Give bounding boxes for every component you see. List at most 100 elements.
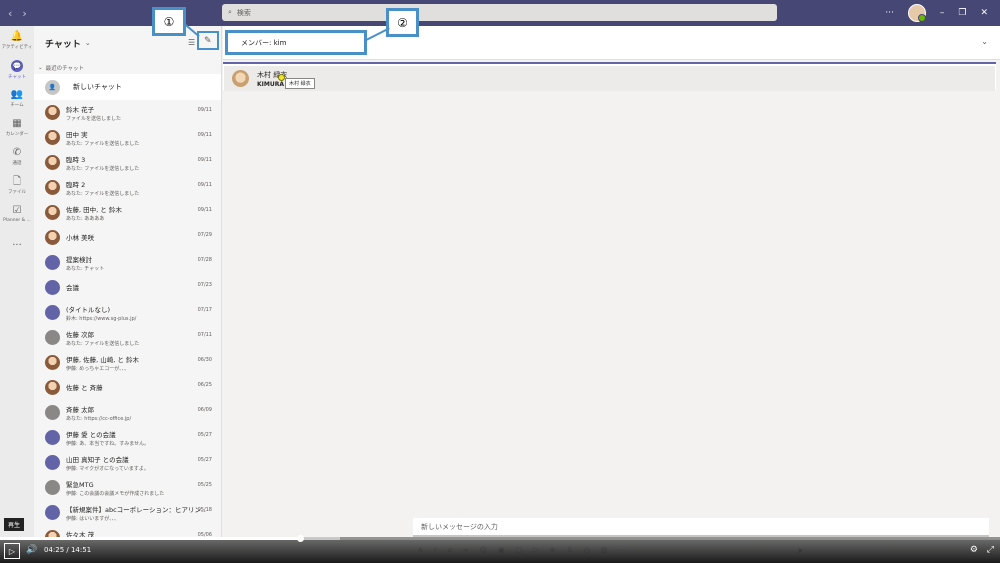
list-item[interactable]: 臨時 2 あなた: ファイルを送信しました 09/11 xyxy=(34,175,221,200)
chat-date: 09/11 xyxy=(197,157,212,163)
callout-2: ② xyxy=(386,8,419,37)
list-item[interactable]: 会議 07/23 xyxy=(34,275,221,300)
rail-item[interactable]: 💬 チャット xyxy=(0,55,34,84)
callout-1: ① xyxy=(152,7,186,36)
avatar xyxy=(45,405,60,420)
rail-item-label: 通話 xyxy=(12,160,22,166)
avatar[interactable] xyxy=(907,4,926,22)
new-chat-avatar: 👤 xyxy=(45,79,60,95)
filter-icon[interactable]: ☰ xyxy=(188,38,195,47)
chevron-down-icon[interactable]: ⌄ xyxy=(85,39,91,47)
new-chat-label: 新しいチャット xyxy=(73,83,122,91)
chat-date: 09/11 xyxy=(197,182,212,188)
chevron-down-icon[interactable]: ⌄ xyxy=(981,37,988,46)
avatar xyxy=(45,130,60,145)
list-item[interactable]: 鈴木 花子 ファイルを送信しました 09/11 xyxy=(34,100,221,125)
avatar xyxy=(45,455,60,470)
minimize-icon[interactable]: – xyxy=(940,8,945,18)
rail-item-label: カレンダー xyxy=(5,131,29,137)
planner-icon: ☑ xyxy=(12,205,22,216)
list-item[interactable]: (タイトルなし) 鈴木: https://www.sg-plus.jp/07/17 xyxy=(34,300,221,325)
phone-icon: ✆ xyxy=(12,146,22,158)
avatar xyxy=(45,155,60,170)
new-chat-item[interactable]: 👤 新しいチャット xyxy=(34,74,221,100)
chat-date: 09/11 xyxy=(197,132,212,138)
back-arrow-icon[interactable]: ‹ xyxy=(8,7,12,20)
app-rail: 🔔 アクティビティ 💬 チャット 👥 チーム ▦ カレンダー ✆ 通話 🗋 ファイル ☑ Planner … xyxy=(0,26,34,537)
chat-preview: あなた: ああああ xyxy=(66,215,105,222)
rail-item[interactable]: 🔔 アクティビティ xyxy=(0,26,34,55)
search-icon: ⌕ xyxy=(228,8,232,16)
chat-preview: 鈴木: https://www.sg-plus.jp/ xyxy=(66,315,137,322)
chat-date: 05/27 xyxy=(197,457,212,463)
gear-icon[interactable]: ⚙ xyxy=(970,545,978,555)
chat-pane-title[interactable]: チャット xyxy=(45,37,81,50)
chat-preview: あなた: チャット xyxy=(66,265,105,272)
chat-date: 09/11 xyxy=(197,207,212,213)
list-item[interactable]: 伊藤 愛 との会議 伊藤: あ、本当ですね。すみません。 05/27 xyxy=(34,425,221,450)
chat-name: 小林 美咲 xyxy=(66,234,95,242)
callout-1-highlight xyxy=(197,31,219,50)
title-bar: ‹ › ⌕ 検索 ··· – ❐ ✕ xyxy=(0,0,1000,26)
chat-preview: あなた: ファイルを送信しました xyxy=(66,190,140,197)
list-item[interactable]: 提案検討 あなた: チャット 07/28 xyxy=(34,250,221,275)
chat-preview: 伊藤: この会議の会議メモが作成されました xyxy=(66,490,165,497)
rail-item[interactable]: ▦ カレンダー xyxy=(0,113,34,142)
avatar xyxy=(45,305,60,320)
mouse-cursor xyxy=(278,74,285,81)
chat-name: 斉藤 太郎 xyxy=(66,405,95,414)
list-item[interactable]: 佐藤, 田中, と 鈴木 あなた: ああああ 09/11 xyxy=(34,200,221,225)
video-progress-bar[interactable] xyxy=(0,535,1000,542)
fullscreen-icon[interactable]: ⤢ xyxy=(987,545,994,555)
list-item[interactable]: 佐藤 と 斉藤 06/25 xyxy=(34,375,221,400)
chat-preview: 伊藤: めっちゃエコーが、、、 xyxy=(66,365,130,372)
rail-item-label: ファイル xyxy=(8,189,26,195)
rail-item[interactable]: 👥 チーム xyxy=(0,84,34,113)
file-icon: 🗋 xyxy=(12,175,22,187)
rail-item[interactable]: 🗋 ファイル xyxy=(0,171,34,200)
more-apps-icon[interactable]: ... xyxy=(0,237,34,248)
search-input[interactable]: ⌕ 検索 xyxy=(222,4,777,21)
chat-name: 鈴木 花子 xyxy=(66,105,95,114)
chat-name: 伊藤 愛 との会議 xyxy=(66,430,116,439)
chat-preview: 伊藤: マイクがオになっていますよ。 xyxy=(66,465,149,472)
list-item[interactable]: 臨時 3 あなた: ファイルを送信しました 09/11 xyxy=(34,150,221,175)
chat-date: 05/18 xyxy=(197,507,212,513)
chat-name: 伊藤, 佐藤, 山崎, と 鈴木 xyxy=(66,355,139,364)
message-compose-box[interactable]: 新しいメッセージの入力 xyxy=(413,518,989,537)
chat-name: 佐藤, 田中, と 鈴木 xyxy=(66,205,122,214)
list-item[interactable]: 佐藤 次郎 あなた: ファイルを送信しました 07/11 xyxy=(34,325,221,350)
chat-preview: 伊藤: あ、本当ですね。すみません。 xyxy=(66,440,150,447)
play-tooltip: 再生 xyxy=(4,518,25,531)
progress-knob[interactable] xyxy=(297,535,304,542)
avatar xyxy=(232,70,249,87)
list-item[interactable]: 【新規案件】abcコーポレーション：ヒアリン... 伊藤: はいいますが、、、 05… xyxy=(34,500,221,525)
play-button[interactable]: ▷ xyxy=(4,543,20,559)
chat-date: 07/29 xyxy=(197,232,212,238)
chat-date: 07/28 xyxy=(197,257,212,263)
chat-preview: あなた: ファイルを送信しました xyxy=(66,140,140,147)
more-options-icon[interactable]: ··· xyxy=(885,8,894,18)
list-item[interactable]: 緊急MTG 伊藤: この会議の会議メモが作成されました 05/25 xyxy=(34,475,221,500)
list-item[interactable]: 斉藤 太郎 あなた: https://cc-office.jp/06/09 xyxy=(34,400,221,425)
forward-arrow-icon[interactable]: › xyxy=(22,7,26,20)
chat-name: 佐々木 茂 xyxy=(66,530,95,538)
list-item[interactable]: 佐々木 茂あなた: https://teams.microsoft.com/l/… xyxy=(34,525,221,537)
chat-preview: あなた: https://cc-office.jp/ xyxy=(66,415,132,422)
maximize-icon[interactable]: ❐ xyxy=(958,8,966,18)
recent-chats-label[interactable]: ⌄ 最近のチャット xyxy=(34,62,221,74)
chat-preview: 伊藤: はいいますが、、、 xyxy=(66,515,120,522)
chat-name: 田中 実 xyxy=(66,130,88,139)
close-icon[interactable]: ✕ xyxy=(980,8,988,18)
rail-item[interactable]: ☑ Planner & ... xyxy=(0,200,34,229)
volume-icon[interactable]: 🔊 xyxy=(26,545,37,555)
rail-item-label: チャット xyxy=(8,74,26,80)
list-item[interactable]: 小林 美咲 07/29 xyxy=(34,225,221,250)
video-time: 04:25 / 14:51 xyxy=(44,546,92,554)
list-item[interactable]: 山田 真知子 との会議 伊藤: マイクがオになっていますよ。 05/27 xyxy=(34,450,221,475)
list-item[interactable]: 伊藤, 佐藤, 山崎, と 鈴木 伊藤: めっちゃエコーが、、、 06/30 xyxy=(34,350,221,375)
list-item[interactable]: 田中 実あなた: ファイルを送信しました 09/11 xyxy=(34,125,221,150)
rail-item[interactable]: ✆ 通話 xyxy=(0,142,34,171)
suggestion-sub: KIMURA xyxy=(257,80,284,88)
suggestion-item[interactable]: 木村 緑衣 KIMURA xyxy=(224,66,995,91)
